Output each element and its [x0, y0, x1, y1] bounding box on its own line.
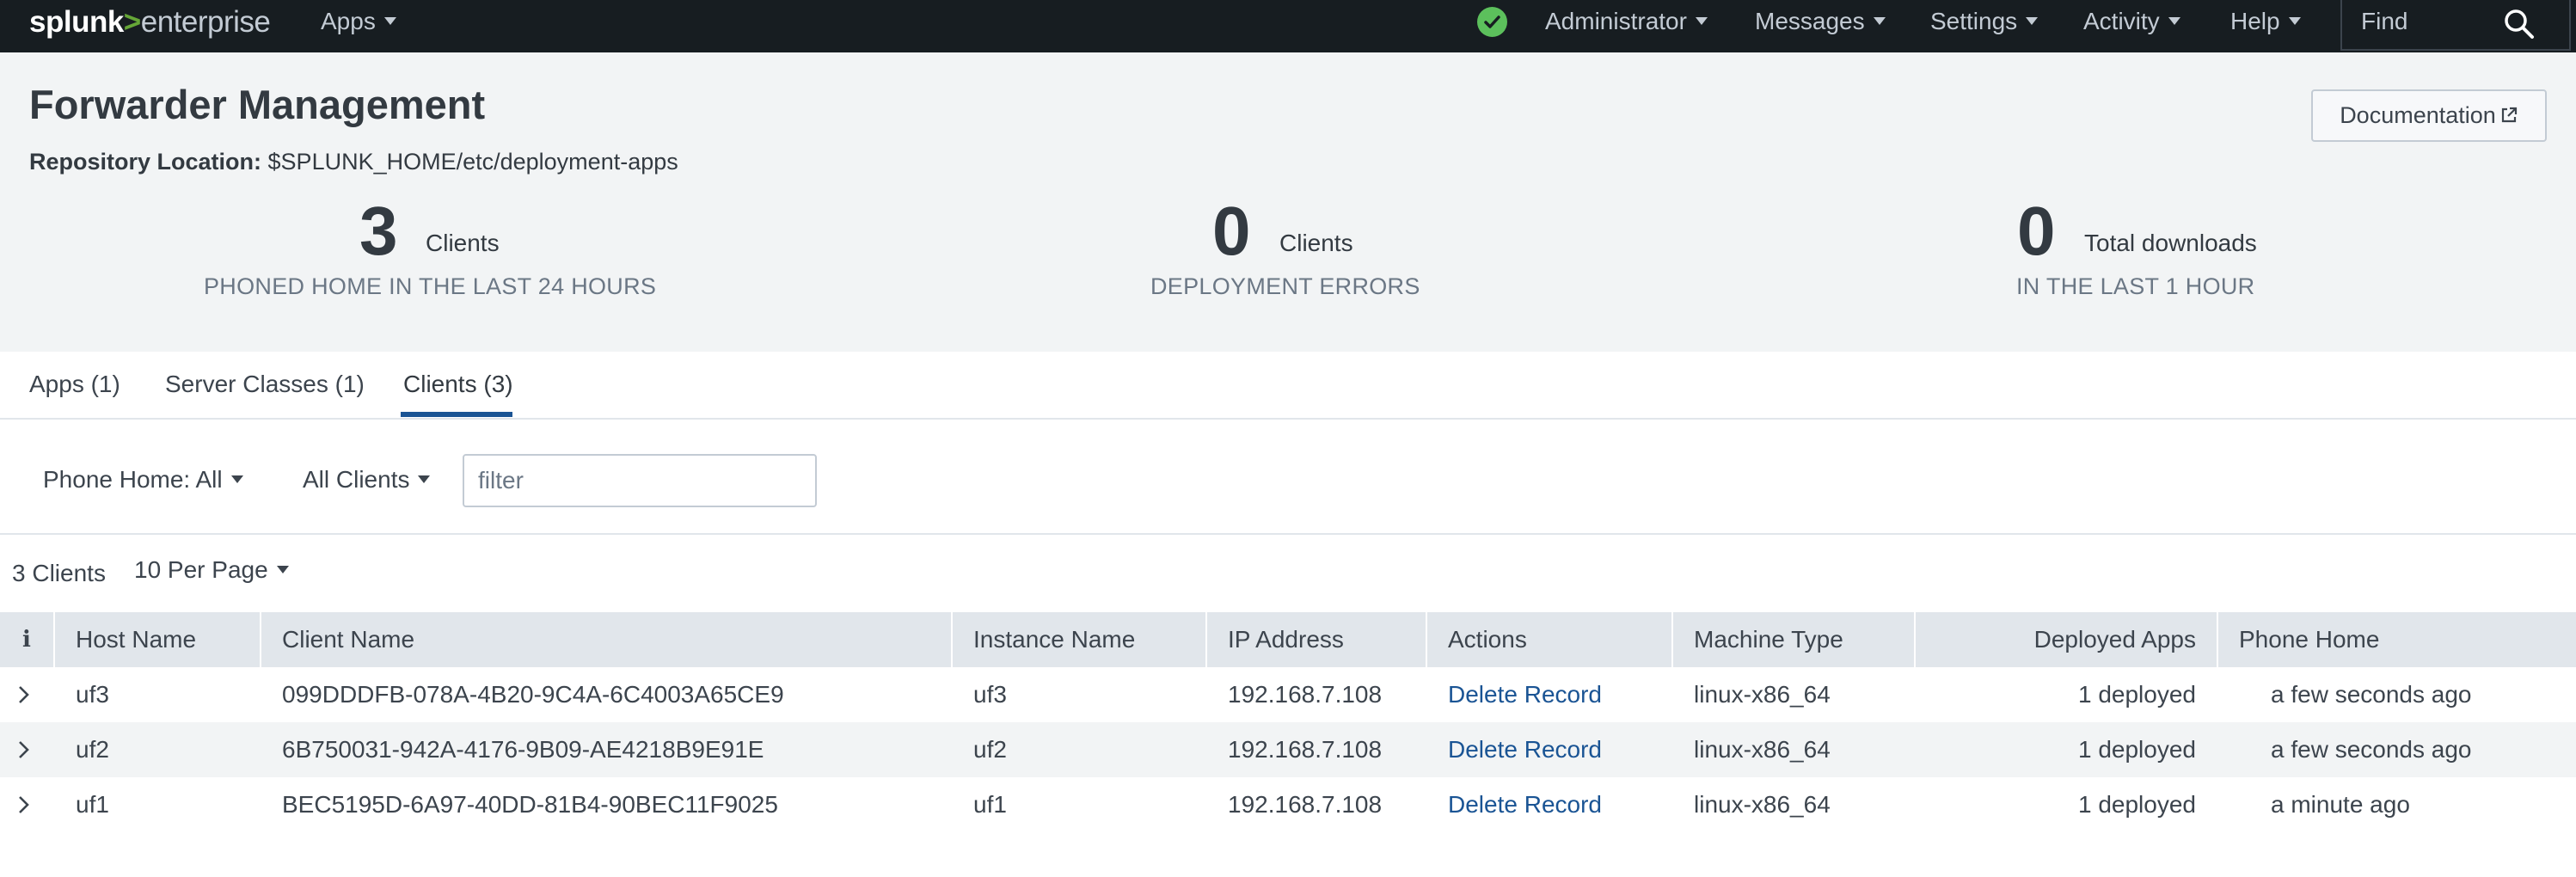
stat-number: 0 [1212, 193, 1251, 269]
table-header: i Host Name Client Name Instance Name IP… [0, 612, 2576, 667]
stat-caption: DEPLOYMENT ERRORS [1150, 273, 1420, 299]
find-label: Find [2361, 8, 2408, 34]
listing-summary: 3 Clients 10 Per Page [0, 535, 2576, 612]
column-machine-type[interactable]: Machine Type [1673, 612, 1916, 667]
cell-instance-name: uf1 [973, 791, 1007, 818]
stat-caption: IN THE LAST 1 HOUR [2016, 273, 2255, 299]
delete-record-link[interactable]: Delete Record [1448, 667, 1602, 722]
phone-home-dropdown[interactable]: Phone Home: All [43, 466, 243, 494]
column-client-name[interactable]: Client Name [261, 612, 953, 667]
chevron-right-icon[interactable] [15, 739, 33, 760]
cell-instance-name: uf3 [973, 681, 1007, 708]
search-icon[interactable] [2502, 7, 2536, 41]
chevron-down-icon [2168, 17, 2180, 25]
delete-record-link[interactable]: Delete Record [1448, 722, 1602, 777]
active-tab-indicator [401, 412, 512, 417]
cell-deployed-apps: 1 deployed [2077, 791, 2196, 818]
chevron-right-icon[interactable] [15, 794, 33, 815]
chevron-down-icon [1695, 17, 1708, 25]
cell-machine-type: linux-x86_64 [1694, 736, 1831, 763]
chevron-down-icon [2288, 17, 2301, 25]
clients-dropdown[interactable]: All Clients [303, 466, 431, 494]
repository-location: Repository Location: $SPLUNK_HOME/etc/de… [29, 149, 678, 175]
cell-host-name: uf1 [76, 791, 109, 818]
chevron-down-icon [230, 475, 243, 483]
cell-ip-address: 192.168.7.108 [1228, 681, 1383, 708]
cell-ip-address: 192.168.7.108 [1228, 791, 1383, 818]
administrator-menu[interactable]: Administrator [1545, 0, 1708, 52]
tab-bar: Apps (1) Server Classes (1) Clients (3) [0, 352, 2576, 420]
repository-path: $SPLUNK_HOME/etc/deployment-apps [267, 149, 678, 175]
chevron-down-icon [276, 566, 289, 573]
delete-record-link[interactable]: Delete Record [1448, 777, 1602, 832]
column-phone-home[interactable]: Phone Home [2218, 612, 2576, 667]
column-instance-name[interactable]: Instance Name [953, 612, 1207, 667]
page-title: Forwarder Management [29, 82, 486, 127]
cell-phone-home: a few seconds ago [2271, 681, 2472, 708]
chevron-down-icon [1873, 17, 1886, 25]
column-deployed-apps[interactable]: Deployed Apps [1916, 612, 2218, 667]
cell-phone-home: a few seconds ago [2271, 736, 2472, 763]
page-header: Forwarder Management Repository Location… [0, 52, 2576, 352]
activity-menu[interactable]: Activity [2083, 0, 2180, 52]
top-nav: splunk>enterprise Apps Administrator Mes… [0, 0, 2576, 52]
documentation-button[interactable]: Documentation [2311, 89, 2547, 142]
filter-input[interactable] [463, 454, 817, 507]
column-ip-address[interactable]: IP Address [1207, 612, 1427, 667]
cell-deployed-apps: 1 deployed [2077, 681, 2196, 708]
column-host-name[interactable]: Host Name [55, 612, 261, 667]
cell-phone-home: a minute ago [2271, 791, 2410, 818]
info-icon[interactable]: i [0, 612, 55, 667]
find-box[interactable]: Find [2340, 0, 2571, 51]
tab-clients[interactable]: Clients (3) [403, 371, 513, 398]
messages-menu[interactable]: Messages [1755, 0, 1886, 52]
chevron-right-icon[interactable] [15, 684, 33, 705]
cell-machine-type: linux-x86_64 [1694, 791, 1831, 818]
cell-machine-type: linux-x86_64 [1694, 681, 1831, 708]
chevron-down-icon [418, 475, 431, 483]
tab-apps[interactable]: Apps (1) [29, 371, 120, 398]
splunk-logo[interactable]: splunk>enterprise [29, 5, 271, 40]
table-row: uf2 6B750031-942A-4176-9B09-AE4218B9E91E… [0, 722, 2576, 777]
cell-instance-name: uf2 [973, 736, 1007, 763]
client-count: 3 Clients [12, 560, 106, 586]
chevron-down-icon [2026, 17, 2039, 25]
chevron-down-icon [383, 17, 396, 25]
external-link-icon [2501, 107, 2517, 123]
cell-host-name: uf2 [76, 736, 109, 763]
cell-client-name: 6B750031-942A-4176-9B09-AE4218B9E91E [282, 736, 764, 763]
column-actions: Actions [1427, 612, 1673, 667]
stat-unit: Total downloads [2084, 230, 2257, 256]
table-row: uf3 099DDDFB-078A-4B20-9C4A-6C4003A65CE9… [0, 667, 2576, 722]
cell-client-name: 099DDDFB-078A-4B20-9C4A-6C4003A65CE9 [282, 681, 784, 708]
stat-number: 3 [359, 193, 398, 269]
tab-server-classes[interactable]: Server Classes (1) [165, 371, 365, 398]
table-row: uf1 BEC5195D-6A97-40DD-81B4-90BEC11F9025… [0, 777, 2576, 832]
cell-host-name: uf3 [76, 681, 109, 708]
cell-ip-address: 192.168.7.108 [1228, 736, 1383, 763]
cell-client-name: BEC5195D-6A97-40DD-81B4-90BEC11F9025 [282, 791, 778, 818]
stat-unit: Clients [1279, 230, 1353, 256]
per-page-dropdown[interactable]: 10 Per Page [134, 556, 289, 584]
settings-menu[interactable]: Settings [1930, 0, 2039, 52]
filter-bar: Phone Home: All All Clients [0, 420, 2576, 535]
stat-number: 0 [2017, 193, 2056, 269]
check-circle-icon[interactable] [1477, 7, 1507, 37]
stat-unit: Clients [426, 230, 500, 256]
apps-menu[interactable]: Apps [321, 0, 396, 52]
stat-caption: PHONED HOME IN THE LAST 24 HOURS [204, 273, 657, 299]
help-menu[interactable]: Help [2230, 0, 2301, 52]
cell-deployed-apps: 1 deployed [2077, 736, 2196, 763]
